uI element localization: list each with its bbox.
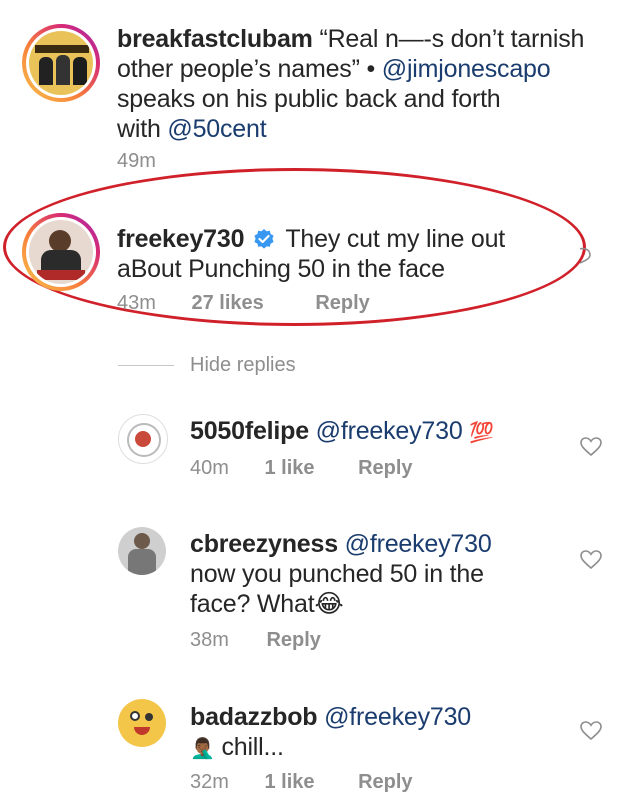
reply-avatar[interactable] (118, 699, 166, 747)
reply-button[interactable]: Reply (266, 629, 320, 651)
mention-link[interactable]: @freekey730 (345, 530, 492, 558)
reply-body: cbreezyness @freekey730 now you punched … (190, 530, 492, 618)
reply-likes[interactable]: 1 like (264, 457, 314, 479)
reply-meta: 38m Reply (190, 629, 321, 651)
mention-link[interactable]: @50cent (167, 115, 266, 143)
hide-replies-button[interactable]: Hide replies (190, 354, 296, 377)
post-timestamp: 49m (117, 150, 156, 172)
comment-meta: 43m 27 likes Reply (117, 292, 370, 315)
heart-icon[interactable] (579, 245, 592, 265)
heart-icon[interactable] (580, 550, 602, 570)
comment-timestamp: 43m (117, 292, 156, 314)
reply-avatar[interactable] (118, 527, 166, 575)
comment-body: freekey730 They cut my line out aBout Pu… (117, 225, 506, 283)
comment-username[interactable]: freekey730 (117, 225, 244, 253)
reply-likes[interactable]: 1 like (264, 771, 314, 793)
reply-username[interactable]: badazzbob (190, 703, 318, 731)
reply-avatar[interactable] (118, 414, 168, 464)
hundred-emoji: 💯 (469, 422, 494, 444)
heart-icon[interactable] (580, 721, 602, 741)
comment-avatar[interactable] (22, 213, 100, 291)
heart-icon[interactable] (580, 437, 602, 457)
mention-link[interactable]: @freekey730 (316, 417, 463, 445)
hide-replies-divider (118, 365, 174, 366)
mention-link[interactable]: @freekey730 (324, 703, 471, 731)
reply-body: badazzbob @freekey730 🤦🏾‍♂️ chill... (190, 703, 471, 761)
facepalm-emoji: 🤦🏾‍♂️ (190, 738, 215, 760)
reply-button[interactable]: Reply (315, 292, 369, 314)
verified-badge-icon (253, 227, 275, 249)
laughing-emoji: 😂 (314, 590, 344, 618)
reply-meta: 40m 1 like Reply (190, 457, 413, 479)
post-caption: breakfastclubam “Real n—-s don’t tarnish… (117, 25, 585, 143)
reply-button[interactable]: Reply (358, 771, 412, 793)
post-avatar[interactable] (22, 24, 100, 102)
reply-username[interactable]: cbreezyness (190, 530, 338, 558)
reply-username[interactable]: 5050felipe (190, 417, 309, 445)
comment-likes[interactable]: 27 likes (191, 292, 263, 314)
reply-meta: 32m 1 like Reply (190, 771, 413, 793)
reply-body: 5050felipe @freekey730 💯 (190, 416, 570, 448)
mention-link[interactable]: @jimjonescapo (382, 55, 551, 83)
post-username[interactable]: breakfastclubam (117, 25, 313, 53)
reply-button[interactable]: Reply (358, 457, 412, 479)
